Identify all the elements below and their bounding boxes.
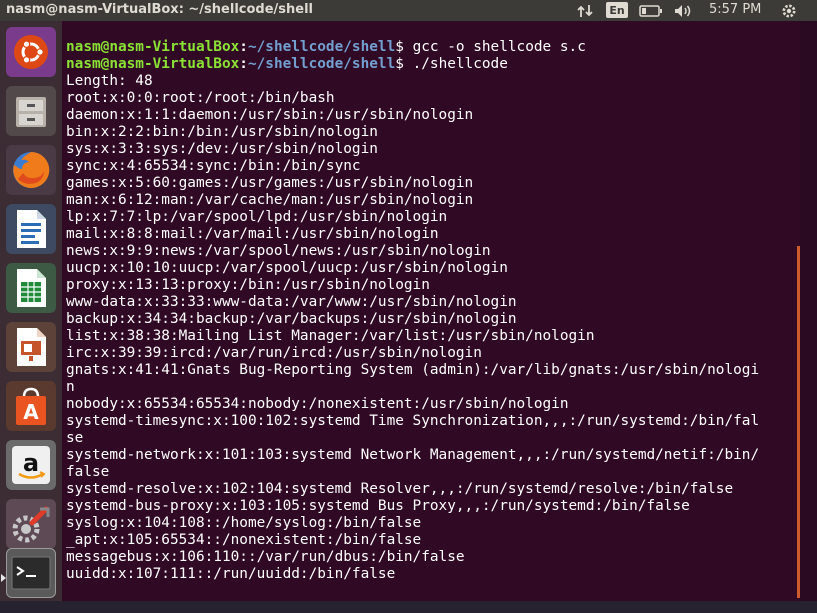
- output-line: daemon:x:1:1:daemon:/usr/sbin:/usr/sbin/…: [66, 107, 474, 123]
- system-settings-button[interactable]: [6, 499, 56, 549]
- output-line: syslog:x:104:108::/home/syslog:/bin/fals…: [66, 515, 422, 531]
- output-line: proxy:x:13:13:proxy:/bin:/usr/sbin/nolog…: [66, 277, 430, 293]
- output-line: systemd-bus-proxy:x:103:105:systemd Bus …: [66, 498, 690, 514]
- output-line: nobody:x:65534:65534:nobody:/nonexistent…: [66, 396, 569, 412]
- output-line: uucp:x:10:10:uucp:/var/spool/uucp:/usr/s…: [66, 260, 508, 276]
- amazon-button[interactable]: a: [6, 440, 56, 490]
- desktop-edge: [800, 21, 817, 601]
- terminal-window[interactable]: nasm@nasm-VirtualBox:~/shellcode/shell$ …: [62, 21, 800, 601]
- desktop-bottom-edge: [0, 601, 817, 613]
- output-line: systemd-network:x:101:103:systemd Networ…: [66, 447, 760, 463]
- ubuntu-software-button[interactable]: A: [6, 381, 56, 431]
- command-text: gcc -o shellcode s.c: [412, 39, 586, 55]
- speaker-icon[interactable]: [673, 0, 695, 21]
- output-line: lp:x:7:7:lp:/var/spool/lpd:/usr/sbin/nol…: [66, 209, 448, 225]
- output-line: systemd-timesync:x:100:102:systemd Time …: [66, 413, 760, 429]
- terminal-icon: [11, 556, 51, 590]
- svg-text:a: a: [23, 449, 39, 477]
- prompt-user-host: nasm@nasm-VirtualBox: [66, 56, 240, 72]
- output-line: bin:x:2:2:bin:/bin:/usr/sbin/nologin: [66, 124, 378, 140]
- top-panel: nasm@nasm-VirtualBox: ~/shellcode/shell …: [0, 0, 817, 21]
- ubuntu-software-icon: A: [16, 387, 46, 425]
- output-line: sys:x:3:3:sys:/dev:/usr/sbin/nologin: [66, 141, 378, 157]
- output-line: gnats:x:41:41:Gnats Bug-Reporting System…: [66, 362, 760, 378]
- svg-text:A: A: [23, 400, 39, 424]
- output-line: uuidd:x:107:111::/run/uuidd:/bin/false: [66, 566, 396, 582]
- prompt-path: ~/shellcode/shell: [247, 39, 396, 55]
- files-icon: [16, 97, 46, 127]
- network-arrows-icon[interactable]: [575, 0, 595, 21]
- prompt-line: nasm@nasm-VirtualBox:~/shellcode/shell$ …: [66, 56, 508, 72]
- prompt-path: ~/shellcode/shell: [247, 56, 396, 72]
- amazon-icon: a: [12, 446, 50, 484]
- ubuntu-dash-icon: [14, 35, 48, 69]
- firefox-icon: [13, 151, 50, 188]
- ubuntu-dash-button[interactable]: [6, 27, 56, 77]
- output-line: man:x:6:12:man:/var/cache/man:/usr/sbin/…: [66, 192, 474, 208]
- terminal-button[interactable]: [6, 548, 56, 598]
- terminal-output: nasm@nasm-VirtualBox:~/shellcode/shell$ …: [66, 39, 759, 583]
- output-line: messagebus:x:106:110::/var/run/dbus:/bin…: [66, 549, 465, 565]
- output-line: n: [66, 379, 75, 395]
- libreoffice-impress-button[interactable]: [6, 322, 56, 372]
- libreoffice-writer-icon: [17, 210, 46, 248]
- launcher: A a: [0, 21, 62, 601]
- output-line: _apt:x:105:65534::/nonexistent:/bin/fals…: [66, 532, 422, 548]
- libreoffice-writer-button[interactable]: [6, 204, 56, 254]
- output-line: mail:x:8:8:mail:/var/mail:/usr/sbin/nolo…: [66, 226, 439, 242]
- libreoffice-calc-button[interactable]: [6, 263, 56, 313]
- output-line: systemd-resolve:x:102:104:systemd Resolv…: [66, 481, 734, 497]
- firefox-button[interactable]: [6, 145, 56, 195]
- power-gear-icon[interactable]: [778, 0, 800, 21]
- files-button[interactable]: [6, 86, 56, 136]
- output-line: root:x:0:0:root:/root:/bin/bash: [66, 90, 335, 106]
- prompt-user-host: nasm@nasm-VirtualBox: [66, 39, 240, 55]
- output-line: irc:x:39:39:ircd:/var/run/ircd:/usr/sbin…: [66, 345, 482, 361]
- output-line: Length: 48: [66, 73, 153, 89]
- output-line: news:x:9:9:news:/var/spool/news:/usr/sbi…: [66, 243, 491, 259]
- libreoffice-calc-icon: [17, 269, 46, 307]
- output-line: backup:x:34:34:backup:/var/backups:/usr/…: [66, 311, 517, 327]
- output-line: games:x:5:60:games:/usr/games:/usr/sbin/…: [66, 175, 474, 191]
- output-line: false: [66, 464, 110, 480]
- libreoffice-impress-icon: [17, 328, 46, 366]
- clock[interactable]: 5:57 PM: [709, 2, 761, 17]
- output-line: list:x:38:38:Mailing List Manager:/var/l…: [66, 328, 595, 344]
- system-settings-icon: [12, 506, 50, 543]
- command-text: ./shellcode: [412, 56, 508, 72]
- keyboard-layout-indicator[interactable]: En: [606, 2, 628, 18]
- output-line: www-data:x:33:33:www-data:/var/www:/usr/…: [66, 294, 517, 310]
- battery-icon[interactable]: [638, 0, 664, 21]
- prompt-line: nasm@nasm-VirtualBox:~/shellcode/shell$ …: [66, 39, 586, 55]
- output-line: sync:x:4:65534:sync:/bin:/bin/sync: [66, 158, 361, 174]
- window-title: nasm@nasm-VirtualBox: ~/shellcode/shell: [6, 2, 314, 17]
- output-line: se: [66, 430, 84, 446]
